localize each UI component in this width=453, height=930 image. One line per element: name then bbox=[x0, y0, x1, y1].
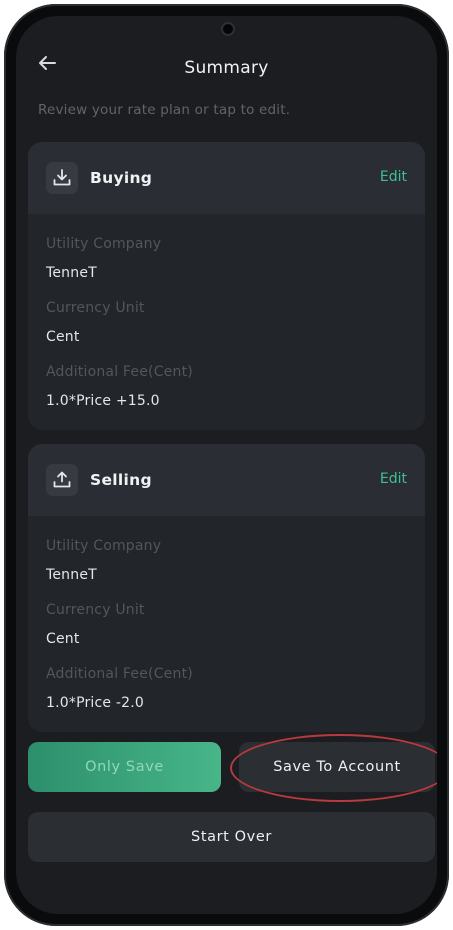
selling-edit-button[interactable]: Edit bbox=[380, 471, 407, 487]
currency-unit-field: Currency Unit Cent bbox=[46, 292, 407, 356]
utility-company-value: TenneT bbox=[46, 567, 97, 583]
save-to-account-button[interactable]: Save To Account bbox=[239, 742, 435, 792]
utility-company-field: Utility Company TenneT bbox=[46, 228, 407, 292]
selling-title: Selling bbox=[90, 471, 152, 489]
currency-unit-label: Currency Unit bbox=[46, 602, 145, 618]
utility-company-label: Utility Company bbox=[46, 236, 162, 252]
buying-card-header: Buying Edit bbox=[28, 142, 425, 214]
additional-fee-label: Additional Fee(Cent) bbox=[46, 364, 193, 380]
buying-fields: Utility Company TenneT Currency Unit Cen… bbox=[28, 214, 425, 420]
selling-card: Selling Edit Utility Company TenneT Curr… bbox=[28, 444, 425, 732]
additional-fee-label: Additional Fee(Cent) bbox=[46, 666, 193, 682]
utility-company-label: Utility Company bbox=[46, 538, 162, 554]
selling-fields: Utility Company TenneT Currency Unit Cen… bbox=[28, 516, 425, 722]
download-tray-icon bbox=[46, 162, 78, 194]
upload-tray-icon bbox=[46, 464, 78, 496]
buying-title: Buying bbox=[90, 169, 153, 187]
currency-unit-label: Currency Unit bbox=[46, 300, 145, 316]
currency-unit-field: Currency Unit Cent bbox=[46, 594, 407, 658]
page-subtitle: Review your rate plan or tap to edit. bbox=[38, 102, 291, 118]
page-title: Summary bbox=[184, 58, 269, 78]
selling-card-header: Selling Edit bbox=[28, 444, 425, 516]
start-over-button[interactable]: Start Over bbox=[28, 812, 435, 862]
additional-fee-value: 1.0*Price -2.0 bbox=[46, 695, 144, 711]
buying-card: Buying Edit Utility Company TenneT Curre… bbox=[28, 142, 425, 430]
header: Summary bbox=[16, 50, 437, 90]
additional-fee-value: 1.0*Price +15.0 bbox=[46, 393, 160, 409]
phone-frame: Summary Review your rate plan or tap to … bbox=[4, 4, 449, 926]
currency-unit-value: Cent bbox=[46, 631, 80, 647]
additional-fee-field: Additional Fee(Cent) 1.0*Price -2.0 bbox=[46, 658, 407, 722]
utility-company-value: TenneT bbox=[46, 265, 97, 281]
app-screen: Summary Review your rate plan or tap to … bbox=[16, 16, 437, 914]
additional-fee-field: Additional Fee(Cent) 1.0*Price +15.0 bbox=[46, 356, 407, 420]
only-save-button[interactable]: Only Save bbox=[28, 742, 221, 792]
front-camera bbox=[221, 22, 235, 36]
currency-unit-value: Cent bbox=[46, 329, 80, 345]
buying-edit-button[interactable]: Edit bbox=[380, 169, 407, 185]
utility-company-field: Utility Company TenneT bbox=[46, 530, 407, 594]
